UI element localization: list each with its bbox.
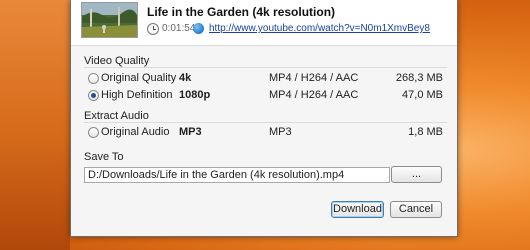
video-duration: 0:01:54 [162, 23, 196, 34]
clock-icon [147, 23, 159, 35]
video-title: Life in the Garden (4k resolution) [147, 5, 336, 19]
option-format: MP4 / H264 / AAC [269, 89, 359, 101]
option-size: 47,0 MB [402, 89, 443, 101]
option-label: Original Quality [101, 72, 177, 84]
cancel-button[interactable]: Cancel [390, 201, 442, 218]
option-quality: 4k [179, 72, 192, 84]
globe-icon [193, 23, 204, 34]
option-size: 268,3 MB [395, 72, 443, 84]
extract-audio-divider [84, 122, 447, 123]
video-thumbnail [81, 2, 138, 38]
save-path-field[interactable]: D:/Downloads/Life in the Garden (4k reso… [84, 167, 390, 183]
radio-high-definition[interactable] [88, 90, 99, 101]
option-format: MP3 [269, 126, 292, 138]
video-quality-divider [84, 67, 447, 68]
extract-audio-label: Extract Audio [84, 110, 149, 122]
option-label: High Definition [101, 89, 173, 101]
option-label: Original Audio [101, 126, 170, 138]
option-quality: MP3 [179, 126, 202, 138]
download-dialog: Life in the Garden (4k resolution) 0:01:… [70, 0, 458, 237]
radio-original-audio[interactable] [88, 127, 99, 138]
browse-button[interactable]: ... [391, 166, 442, 183]
video-info-header: Life in the Garden (4k resolution) 0:01:… [71, 0, 457, 46]
download-button[interactable]: Download [331, 201, 384, 218]
save-to-label: Save To [84, 151, 124, 163]
option-quality: 1080p [179, 89, 211, 101]
video-url-link[interactable]: http://www.youtube.com/watch?v=N0m1XmvBe… [209, 23, 430, 34]
desktop-background [0, 0, 70, 250]
option-format: MP4 / H264 / AAC [269, 72, 359, 84]
option-high-definition[interactable]: High Definition 1080p MP4 / H264 / AAC 4… [71, 89, 457, 105]
video-quality-label: Video Quality [84, 55, 150, 67]
radio-original-quality[interactable] [88, 73, 99, 84]
option-original-audio[interactable]: Original Audio MP3 MP3 1,8 MB [71, 126, 457, 142]
option-original-quality[interactable]: Original Quality 4k MP4 / H264 / AAC 268… [71, 72, 457, 88]
option-size: 1,8 MB [408, 126, 443, 138]
